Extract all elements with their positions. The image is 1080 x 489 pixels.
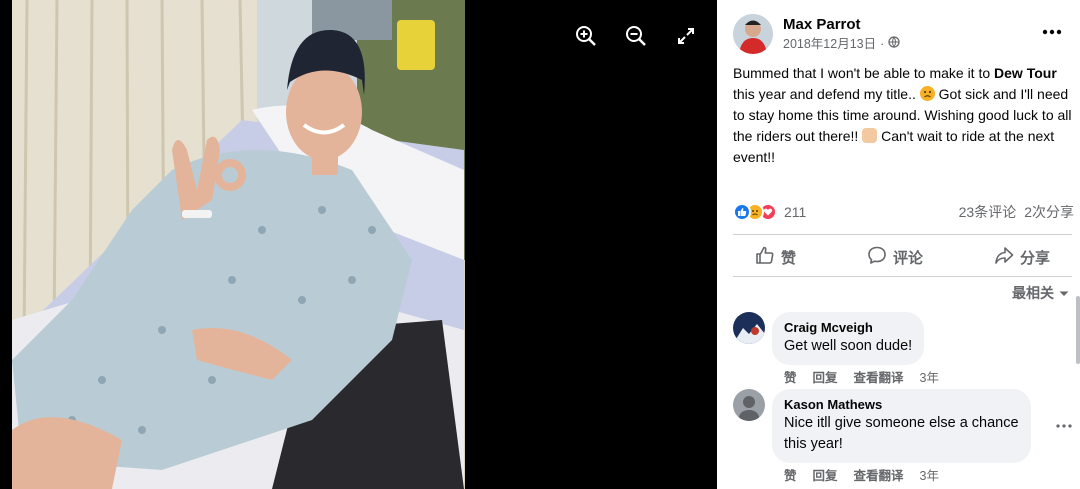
share-label: 分享 (1019, 249, 1050, 267)
comment-reply-link[interactable]: 回复 (813, 367, 838, 386)
sort-comments-dropdown[interactable]: 最相关 (1012, 283, 1070, 303)
comment-like-link[interactable]: 赞 (784, 465, 797, 484)
caret-down-icon (1058, 285, 1070, 301)
comment-label: 评论 (892, 249, 923, 267)
post-photo[interactable] (12, 0, 465, 489)
like-reaction-icon (733, 203, 751, 221)
comment-age: 3年 (919, 371, 939, 385)
fist-bump-emoji-icon (862, 128, 878, 143)
scrollbar[interactable] (1076, 296, 1080, 364)
post-date[interactable]: 2018年12月13日 (783, 35, 876, 53)
share-arrow-icon (994, 245, 1014, 269)
commenter-avatar[interactable] (733, 312, 765, 344)
more-options-icon[interactable] (1040, 20, 1064, 44)
comment-more-options-icon[interactable] (1054, 416, 1074, 436)
hospital-photo-illustration (12, 0, 465, 489)
comment-like-link[interactable]: 赞 (784, 367, 797, 386)
sort-label: 最相关 (1012, 285, 1054, 301)
comment-item: Craig Mcveigh Get well soon dude! (733, 312, 925, 365)
share-button[interactable]: 分享 (972, 240, 1072, 274)
comment-text-line: this year! (784, 436, 843, 452)
comment-icon (867, 245, 887, 269)
like-label: 赞 (781, 249, 797, 267)
comment-item: Kason Mathews Nice itll give someone els… (733, 389, 1031, 463)
reactions-summary[interactable]: 211 (733, 203, 806, 221)
comment-actions: 赞 回复 查看翻译 3年 (784, 367, 939, 386)
shares-count[interactable]: 2次分享 (1024, 202, 1074, 222)
comment-reply-link[interactable]: 回复 (813, 465, 838, 484)
meta-separator: · (880, 37, 885, 51)
engagement-stats: 211 23条评论 2次分享 (733, 201, 1074, 223)
globe-icon (888, 35, 900, 53)
post-text: Bummed that I won't be able to make it t… (733, 63, 1073, 168)
comment-bubble: Craig Mcveigh Get well soon dude! (772, 312, 925, 365)
photo-viewer (0, 0, 717, 489)
like-button[interactable]: 赞 (733, 240, 818, 274)
commenter-avatar[interactable] (733, 389, 765, 421)
comments-count[interactable]: 23条评论 (959, 202, 1017, 222)
author-avatar[interactable] (733, 14, 773, 54)
divider (733, 276, 1072, 277)
comment-text-line: Nice itll give someone else a chance (784, 415, 1019, 431)
sad-face-emoji-icon (919, 86, 935, 101)
post-actions: 赞 评论 分享 (733, 240, 1072, 274)
comment-actions: 赞 回复 查看翻译 3年 (784, 465, 939, 484)
comment-translate-link[interactable]: 查看翻译 (854, 367, 904, 386)
thumbs-up-icon (755, 245, 775, 269)
zoom-out-icon[interactable] (622, 22, 650, 50)
divider (733, 234, 1072, 235)
reaction-count: 211 (784, 204, 807, 220)
post-text-bold: Dew Tour (994, 65, 1057, 81)
comment-age: 3年 (919, 469, 939, 483)
post-panel: Max Parrot 2018年12月13日 · Bummed that I w… (717, 0, 1080, 489)
post-text-part: this year and defend my title.. (733, 86, 920, 102)
zoom-in-icon[interactable] (572, 22, 600, 50)
comment-text: Get well soon dude! (784, 338, 913, 354)
post-text-part: Bummed that I won't be able to make it t… (733, 65, 995, 81)
commenter-name[interactable]: Craig Mcveigh (784, 319, 912, 336)
comment-button[interactable]: 评论 (845, 240, 945, 274)
fullscreen-icon[interactable] (672, 22, 700, 50)
comment-translate-link[interactable]: 查看翻译 (854, 465, 904, 484)
commenter-name[interactable]: Kason Mathews (784, 396, 1019, 413)
author-name[interactable]: Max Parrot (783, 15, 900, 35)
post-header: Max Parrot 2018年12月13日 · (733, 14, 900, 54)
comment-bubble: Kason Mathews Nice itll give someone els… (772, 389, 1031, 463)
